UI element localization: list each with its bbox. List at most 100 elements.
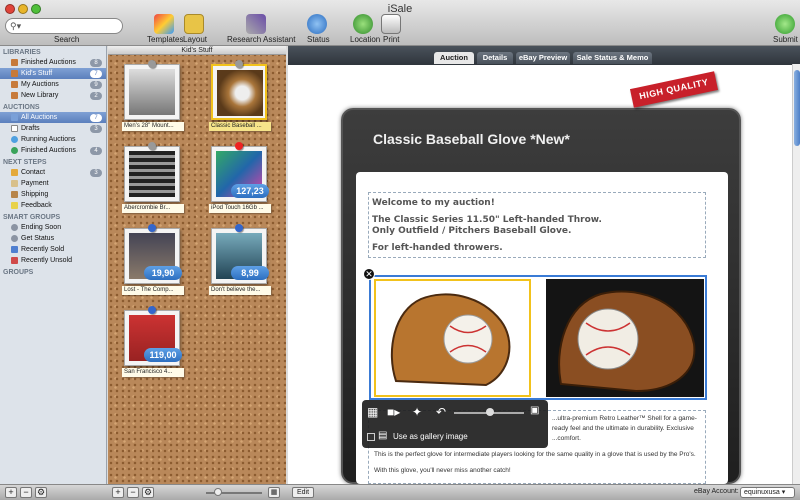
item-caption: Classic Baseball ... xyxy=(209,122,271,131)
tab-details[interactable]: Details xyxy=(477,52,513,64)
sidebar-item-payment[interactable]: Payment xyxy=(0,178,106,189)
pushpin-icon xyxy=(235,60,243,68)
groups-header[interactable]: GROUPS xyxy=(0,266,106,277)
auctions-icon xyxy=(11,114,18,121)
image-edit-toolbar: ▦ ■▸ ✦ ↶ ▣ ▤ Use as gallery image xyxy=(362,400,548,448)
grid-view-button[interactable]: ▦ xyxy=(268,487,280,498)
pushpin-icon xyxy=(235,224,243,232)
gallery-label: Use as gallery image xyxy=(393,432,468,441)
board-item[interactable]: 119,00 San Francisco 4... xyxy=(122,306,184,378)
gear-icon xyxy=(11,224,18,231)
window-title: iSale xyxy=(387,3,413,15)
sidebar-item-finished-auctions-library[interactable]: Finished Auctions 8 xyxy=(0,57,106,68)
pushpin-icon xyxy=(148,142,156,150)
feedback-icon xyxy=(11,202,18,209)
item-photo xyxy=(124,146,180,202)
main-scrollbar[interactable] xyxy=(792,64,800,484)
library-icon xyxy=(11,59,18,66)
search-input[interactable]: ⚲▾ xyxy=(5,18,123,34)
sidebar-item-recently-sold[interactable]: Recently Sold xyxy=(0,244,106,255)
sidebar-item-my-auctions[interactable]: My Auctions 9 xyxy=(0,79,106,90)
zoom-slider-knob[interactable] xyxy=(486,408,494,416)
rotate-icon[interactable]: ↶ xyxy=(436,405,446,419)
image-picker-icon[interactable]: ▦ xyxy=(367,405,378,419)
board-item[interactable]: 8,99 Don't believe the... xyxy=(209,224,271,296)
video-icon[interactable]: ■▸ xyxy=(387,405,400,419)
board-item[interactable]: Classic Baseball ... xyxy=(209,60,271,132)
count-badge: 7 xyxy=(90,114,102,122)
scrollbar-thumb[interactable] xyxy=(794,70,800,146)
sidebar-item-new-library[interactable]: New Library 2 xyxy=(0,90,106,101)
count-badge: 9 xyxy=(90,81,102,89)
edit-button[interactable]: Edit xyxy=(292,487,315,498)
gallery-checkbox[interactable] xyxy=(367,433,375,441)
templates-icon[interactable] xyxy=(154,14,174,34)
add-library-button[interactable]: + xyxy=(5,487,17,498)
item-photo xyxy=(211,64,267,120)
thumbnail-size-knob[interactable] xyxy=(214,488,222,496)
tab-ebay-preview[interactable]: eBay Preview xyxy=(516,52,570,64)
remove-item-button[interactable]: − xyxy=(127,487,139,498)
pushpin-icon xyxy=(148,306,156,314)
count-badge: 7 xyxy=(90,70,102,78)
board-item[interactable]: Abercrombie Br... xyxy=(122,142,184,214)
magic-wand-icon[interactable]: ✦ xyxy=(412,405,422,419)
board-item[interactable]: 19,90 Lost - The Comp... xyxy=(122,224,184,296)
status-label: Status xyxy=(307,35,330,44)
sidebar-item-contact[interactable]: Contact 3 xyxy=(0,167,106,178)
unsold-icon xyxy=(11,257,18,264)
layout-icon[interactable] xyxy=(184,14,204,34)
listing-title[interactable]: Classic Baseball Glove *New* xyxy=(373,131,570,147)
shipping-icon xyxy=(11,191,18,198)
item-caption: Men's 28" Mount... xyxy=(122,122,184,131)
tab-auction[interactable]: Auction xyxy=(434,52,474,64)
tab-sale-status-memo[interactable]: Sale Status & Memo xyxy=(573,52,652,64)
board-title: Kid's Stuff xyxy=(108,46,286,55)
sidebar-item-finished-auctions[interactable]: Finished Auctions 4 xyxy=(0,145,106,156)
item-photo xyxy=(124,64,180,120)
tab-bar: Auction Details eBay Preview Sale Status… xyxy=(288,46,800,65)
bottom-bar: + − ⚙ + − ⚙ ▦ Edit eBay Account: equinux… xyxy=(0,484,800,500)
glove-image-2[interactable] xyxy=(546,279,704,397)
payment-icon xyxy=(11,180,18,187)
submit-label: Submit xyxy=(773,35,798,44)
item-caption: iPod Touch 16Gb ... xyxy=(209,204,271,213)
contact-icon xyxy=(11,169,18,176)
sidebar-item-all-auctions[interactable]: All Auctions 7 xyxy=(0,112,106,123)
drafts-icon xyxy=(11,125,18,132)
sidebar-item-ending-soon[interactable]: Ending Soon xyxy=(0,222,106,233)
sidebar: LIBRARIES Finished Auctions 8 Kid's Stuff… xyxy=(0,46,107,484)
location-icon[interactable] xyxy=(353,14,373,34)
add-item-button[interactable]: + xyxy=(112,487,124,498)
print-icon[interactable] xyxy=(381,14,401,34)
count-badge: 2 xyxy=(90,92,102,100)
sidebar-item-running-auctions[interactable]: Running Auctions xyxy=(0,134,106,145)
sidebar-item-feedback[interactable]: Feedback xyxy=(0,200,106,211)
sidebar-item-get-status[interactable]: Get Status xyxy=(0,233,106,244)
next-steps-header[interactable]: NEXT STEPS xyxy=(0,156,106,167)
sidebar-item-kids-stuff[interactable]: Kid's Stuff 7 xyxy=(0,68,106,79)
libraries-header[interactable]: LIBRARIES xyxy=(0,46,106,57)
research-assistant-icon[interactable] xyxy=(246,14,266,34)
sidebar-item-shipping[interactable]: Shipping xyxy=(0,189,106,200)
board-item[interactable]: 127,23 iPod Touch 16Gb ... xyxy=(209,142,271,214)
item-caption: Lost - The Comp... xyxy=(122,286,184,295)
submit-icon[interactable] xyxy=(775,14,795,34)
library-icon xyxy=(11,70,18,77)
pushpin-icon xyxy=(235,142,243,150)
sidebar-gear-button[interactable]: ⚙ xyxy=(35,487,47,498)
status-icon[interactable] xyxy=(307,14,327,34)
chevron-down-icon: ▾ xyxy=(779,489,786,496)
sidebar-item-recently-unsold[interactable]: Recently Unsold xyxy=(0,255,106,266)
smart-groups-header[interactable]: SMART GROUPS xyxy=(0,211,106,222)
glove-image-1[interactable] xyxy=(374,279,531,397)
board-item[interactable]: Men's 28" Mount... xyxy=(122,60,184,132)
remove-library-button[interactable]: − xyxy=(20,487,32,498)
board-gear-button[interactable]: ⚙ xyxy=(142,487,154,498)
description-text[interactable]: Welcome to my auction! The Classic Serie… xyxy=(368,192,706,258)
corkboard: Kid's Stuff Men's 28" Mount... Classic B… xyxy=(108,46,286,484)
research-assistant-label: Research Assistant xyxy=(227,35,296,44)
ebay-account-select[interactable]: equinuxusa ▾ xyxy=(740,487,795,498)
auctions-header[interactable]: AUCTIONS xyxy=(0,101,106,112)
sidebar-item-drafts[interactable]: Drafts 3 xyxy=(0,123,106,134)
